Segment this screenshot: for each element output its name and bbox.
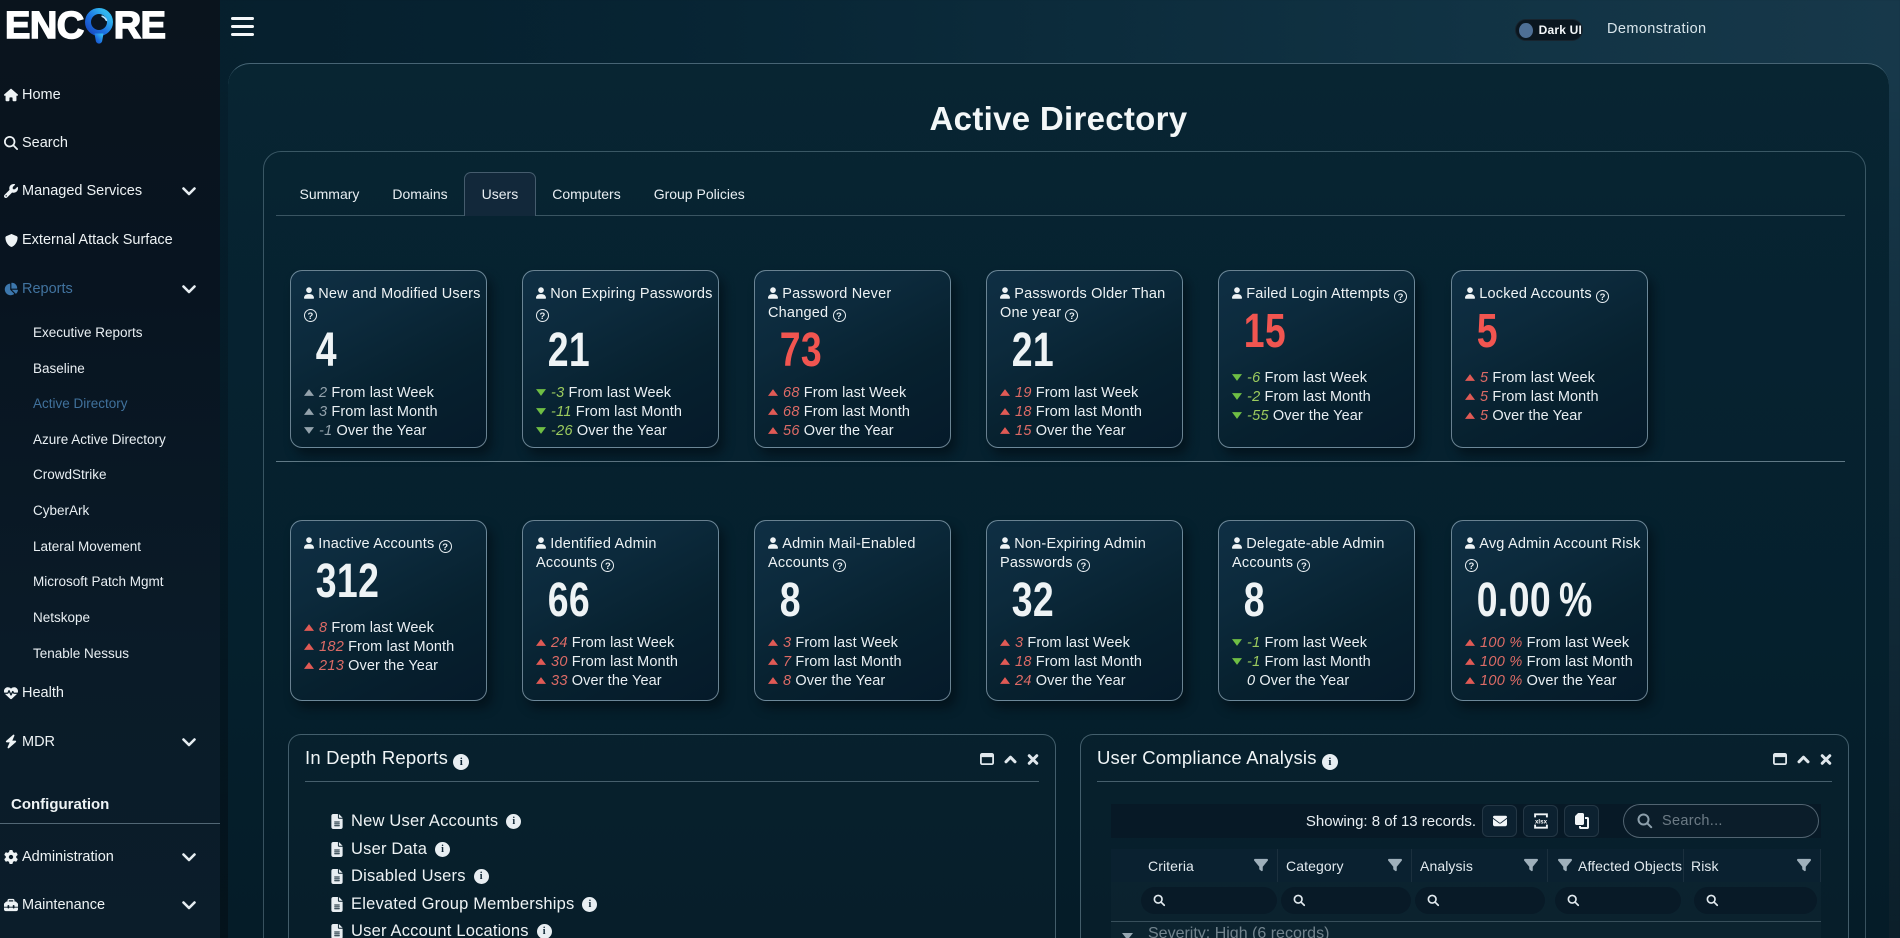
svg-text:xlsx: xlsx [1534, 818, 1547, 825]
